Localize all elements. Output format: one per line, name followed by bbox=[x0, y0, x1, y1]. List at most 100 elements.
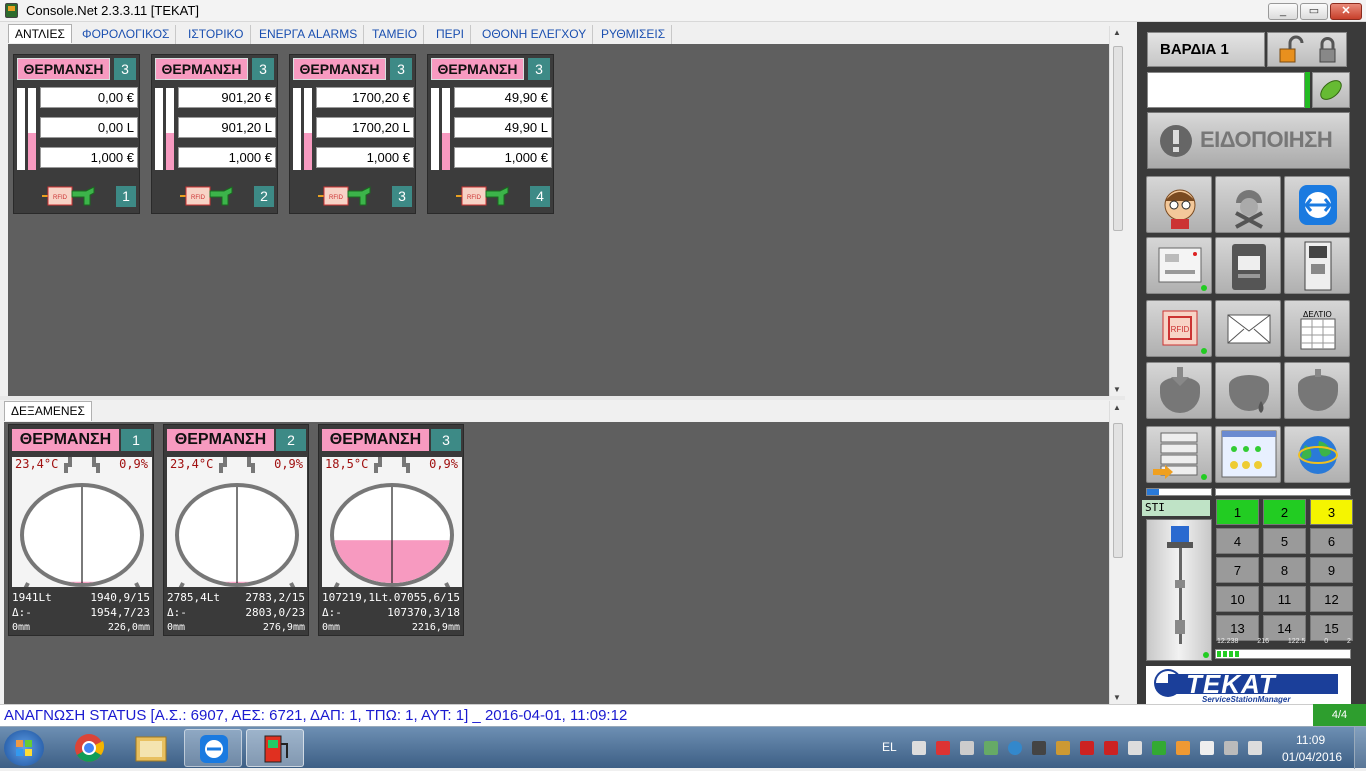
tank-card[interactable]: ΘΕΡΜΑΝΣΗ 3 18,5°C 0,9% 107219,1Lt .07055,… bbox=[318, 424, 464, 636]
tank-status-button[interactable] bbox=[1284, 362, 1350, 419]
messages-button[interactable] bbox=[1215, 300, 1281, 357]
tab-dexamenes[interactable]: ΔΕΞΑΜΕΝΕΣ bbox=[4, 401, 92, 421]
pump-card[interactable]: ΘΕΡΜΑΝΣΗ 3 1700,20 € 1700,20 L 1,000 € R… bbox=[289, 54, 416, 214]
scroll-down-icon[interactable]: ▼ bbox=[1113, 693, 1121, 702]
tab-tameio[interactable]: ΤΑΜΕΙΟ bbox=[366, 25, 425, 44]
notify-button[interactable]: ΕΙΔΟΠΟΙΗΣΗ bbox=[1147, 112, 1350, 169]
pos-terminal-button[interactable] bbox=[1215, 237, 1281, 294]
flag-tray-icon[interactable] bbox=[1200, 741, 1214, 755]
rfid-nozzle-icon[interactable]: RFID bbox=[454, 183, 514, 209]
pump-product-label[interactable]: ΘΕΡΜΑΝΣΗ bbox=[431, 58, 524, 80]
pump-product-label[interactable]: ΘΕΡΜΑΝΣΗ bbox=[293, 58, 386, 80]
network-tray-icon[interactable] bbox=[1224, 741, 1238, 755]
pump-card[interactable]: ΘΕΡΜΑΝΣΗ 3 0,00 € 0,00 L 1,000 € RFID 1 bbox=[13, 54, 140, 214]
info-tray-icon[interactable] bbox=[1008, 741, 1022, 755]
pen-tray-icon[interactable] bbox=[1056, 741, 1070, 755]
pump-select-button[interactable]: 10 bbox=[1216, 586, 1259, 612]
tab-energa-alarms[interactable]: ΕΝΕΡΓΑ ALARMS bbox=[253, 25, 365, 44]
dashboard-button[interactable] bbox=[1215, 426, 1281, 483]
scroll-thumb[interactable] bbox=[1113, 46, 1123, 231]
lock-icon[interactable] bbox=[1268, 33, 1348, 68]
show-desktop-button[interactable] bbox=[1354, 727, 1366, 769]
tab-istoriko[interactable]: ΙΣΤΟΡΙΚΟ bbox=[182, 25, 251, 44]
tab-forologikos[interactable]: ΦΟΡΟΛΟΓΙΚΟΣ bbox=[76, 25, 177, 44]
tank-product-label[interactable]: ΘΕΡΜΑΝΣΗ bbox=[167, 429, 274, 451]
tank-product-label[interactable]: ΘΕΡΜΑΝΣΗ bbox=[12, 429, 119, 451]
maximize-button[interactable]: ▭ bbox=[1300, 3, 1328, 20]
pump-select-button[interactable]: 8 bbox=[1263, 557, 1306, 583]
rfid-nozzle-icon[interactable]: RFID bbox=[178, 183, 238, 209]
pump-select-button[interactable]: 6 bbox=[1310, 528, 1353, 554]
language-indicator[interactable]: EL bbox=[882, 740, 897, 754]
outdoor-terminal-button[interactable] bbox=[1284, 237, 1350, 294]
pin-tray-icon[interactable] bbox=[936, 741, 950, 755]
rfid-nozzle-icon[interactable]: RFID bbox=[40, 183, 100, 209]
pump-number-badge[interactable]: 2 bbox=[254, 186, 274, 207]
scroll-thumb[interactable] bbox=[1113, 423, 1123, 558]
volume-tray-icon[interactable] bbox=[1248, 741, 1262, 755]
close-button[interactable]: ✕ bbox=[1330, 3, 1362, 20]
chrome-taskbar-item[interactable] bbox=[60, 729, 118, 767]
pump-card[interactable]: ΘΕΡΜΑΝΣΗ 3 49,90 € 49,90 L 1,000 € RFID … bbox=[427, 54, 554, 214]
scroll-up-icon[interactable]: ▲ bbox=[1113, 403, 1121, 412]
pump-select-button[interactable]: 4 bbox=[1216, 528, 1259, 554]
clock-time[interactable]: 11:09 bbox=[1296, 733, 1325, 747]
tab-rythmiseis[interactable]: ΡΥΘΜΙΣΕΙΣ bbox=[595, 25, 673, 44]
tank-fill-button[interactable] bbox=[1146, 362, 1212, 419]
monitor-tray-icon[interactable] bbox=[1032, 741, 1046, 755]
pump-select-button[interactable]: 9 bbox=[1310, 557, 1353, 583]
pump-product-label[interactable]: ΘΕΡΜΑΝΣΗ bbox=[17, 58, 110, 80]
pump-select-button[interactable]: 7 bbox=[1216, 557, 1259, 583]
start-button[interactable] bbox=[4, 730, 44, 766]
tab-antlies[interactable]: ΑΝΤΛΙΕΣ bbox=[8, 24, 72, 43]
pump-select-button[interactable]: 1 bbox=[1216, 499, 1259, 525]
dropbox-tray-icon[interactable] bbox=[984, 741, 998, 755]
pumps-scrollbar[interactable]: ▲ ▼ bbox=[1109, 26, 1125, 396]
splitter[interactable] bbox=[0, 396, 1125, 400]
probe-button[interactable] bbox=[1146, 519, 1212, 661]
pump-number-badge[interactable]: 3 bbox=[392, 186, 412, 207]
connection-button[interactable] bbox=[1312, 72, 1350, 108]
controller-button[interactable] bbox=[1146, 237, 1212, 294]
pump-select-button[interactable]: 5 bbox=[1263, 528, 1306, 554]
technician-button[interactable] bbox=[1215, 176, 1281, 233]
shift-label[interactable]: ΒΑΡΔΙΑ 1 bbox=[1147, 32, 1265, 67]
speaker-tray-icon[interactable] bbox=[1128, 741, 1142, 755]
tank-product-label[interactable]: ΘΕΡΜΑΝΣΗ bbox=[322, 429, 429, 451]
pdf-tray-icon[interactable] bbox=[1080, 741, 1094, 755]
scroll-down-icon[interactable]: ▼ bbox=[1113, 385, 1121, 394]
pump-select-button[interactable]: 2 bbox=[1263, 499, 1306, 525]
teamviewer-taskbar-item[interactable] bbox=[184, 729, 242, 767]
tanks-scrollbar[interactable]: ▲ ▼ bbox=[1109, 401, 1125, 704]
scroll-up-icon[interactable]: ▲ bbox=[1113, 28, 1121, 37]
app-tray-icon[interactable] bbox=[1176, 741, 1190, 755]
server-button[interactable] bbox=[1146, 426, 1212, 483]
pump-product-label[interactable]: ΘΕΡΜΑΝΣΗ bbox=[155, 58, 248, 80]
teamviewer-button[interactable] bbox=[1284, 176, 1350, 233]
pump-card[interactable]: ΘΕΡΜΑΝΣΗ 3 901,20 € 901,20 L 1,000 € RFI… bbox=[151, 54, 278, 214]
message-field[interactable] bbox=[1147, 72, 1305, 108]
rfid-nozzle-icon[interactable]: RFID bbox=[316, 183, 376, 209]
user-button[interactable] bbox=[1146, 176, 1212, 233]
internet-button[interactable] bbox=[1284, 426, 1350, 483]
tank-card[interactable]: ΘΕΡΜΑΝΣΗ 2 23,4°C 0,9% 2785,4Lt 2783,2/15… bbox=[163, 424, 309, 636]
tank-leak-button[interactable] bbox=[1215, 362, 1281, 419]
report-button[interactable]: ΔΕΛΤΙΟ bbox=[1284, 300, 1350, 357]
acrobat-tray-icon[interactable] bbox=[1104, 741, 1118, 755]
tab-peri[interactable]: ΠΕΡΙ bbox=[430, 25, 472, 44]
clock-date[interactable]: 01/04/2016 bbox=[1282, 750, 1342, 764]
rfid-button[interactable]: RFID bbox=[1146, 300, 1212, 357]
tab-othoni-elegxou[interactable]: ΟΘΟΝΗ ΕΛΕΓΧΟΥ bbox=[476, 25, 594, 44]
console-taskbar-item[interactable] bbox=[246, 729, 304, 767]
pump-select-button[interactable]: 12 bbox=[1310, 586, 1353, 612]
usb-tray-icon[interactable] bbox=[960, 741, 974, 755]
pump-select-button[interactable]: 3 bbox=[1310, 499, 1353, 525]
minimize-button[interactable]: _ bbox=[1268, 3, 1298, 20]
tank-card[interactable]: ΘΕΡΜΑΝΣΗ 1 23,4°C 0,9% 1941Lt 1940,9/15 Δ… bbox=[8, 424, 154, 636]
security-tray-icon[interactable] bbox=[1152, 741, 1166, 755]
explorer-taskbar-item[interactable] bbox=[122, 729, 180, 767]
vnc-tray-icon[interactable] bbox=[912, 741, 926, 755]
pump-number-badge[interactable]: 4 bbox=[530, 186, 550, 207]
page-indicator[interactable]: 4/4 bbox=[1313, 704, 1366, 726]
pump-number-badge[interactable]: 1 bbox=[116, 186, 136, 207]
